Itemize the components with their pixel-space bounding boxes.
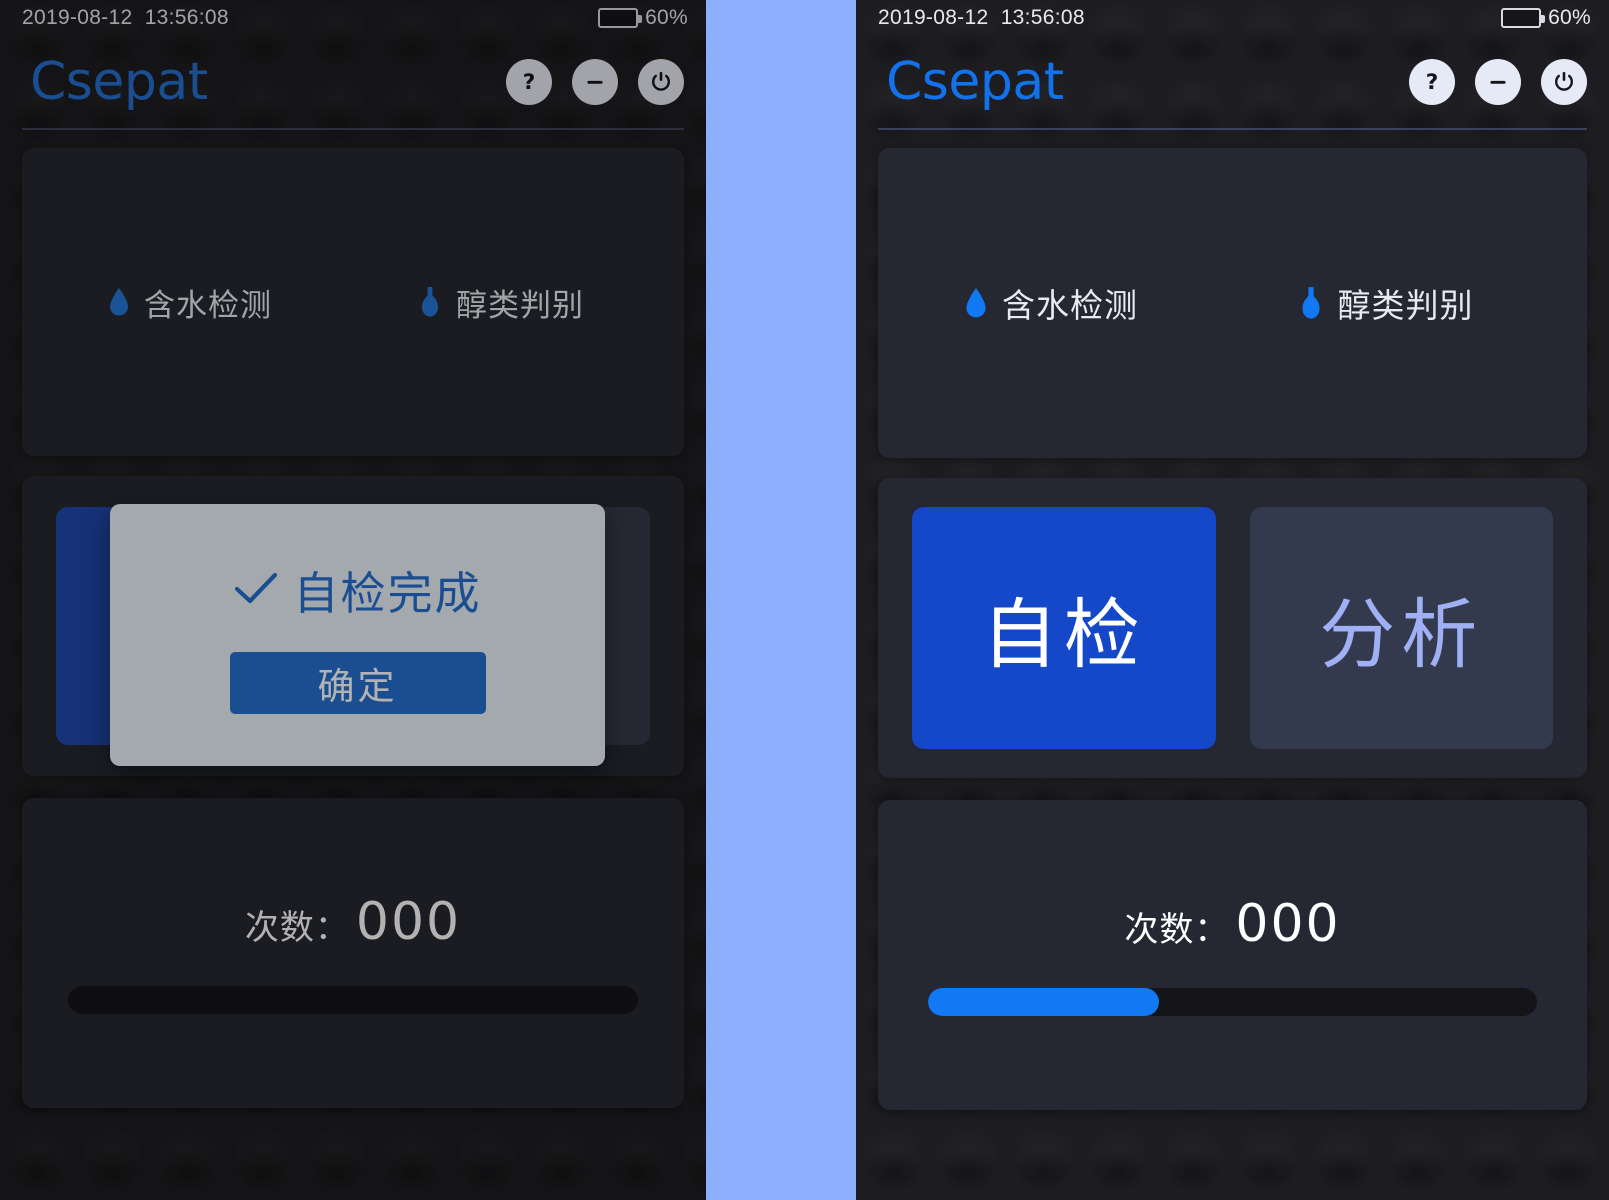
counter-line: 次数： 000 [1124, 894, 1340, 954]
power-icon [1555, 71, 1573, 91]
header-actions: ? [506, 59, 684, 105]
battery-percent: 60% [645, 6, 688, 29]
minus-icon [587, 80, 603, 84]
counter-value: 000 [355, 892, 462, 952]
progress-fill [927, 988, 1160, 1016]
help-button[interactable]: ? [1409, 59, 1455, 105]
water-drop-icon [966, 288, 986, 318]
app-panel-left: 2019-08-12 13:56:08 60% Csepat ? 含水检测 醇类… [0, 0, 706, 1200]
status-bar-right: 2019-08-12 13:56:08 60% [856, 0, 1609, 36]
main-content-left: 含水检测 醇类判别 自检 分析 次数： 000 [0, 130, 706, 1108]
app-brand: Csepat [886, 52, 1064, 112]
status-datetime: 2019-08-12 13:56:08 [878, 6, 1085, 29]
power-button[interactable] [638, 59, 684, 105]
mode-item-water[interactable]: 含水检测 [908, 279, 1224, 327]
mode-label-alcohol: 醇类判别 [456, 287, 584, 323]
app-header-left: Csepat ? [0, 36, 706, 128]
analysis-button[interactable]: 分析 [1249, 507, 1553, 749]
counter-line: 次数： 000 [245, 892, 461, 952]
svg-text:?: ? [523, 70, 536, 95]
main-content-right: 含水检测 醇类判别 自检 分析 次数： 000 [856, 130, 1609, 1110]
progress-bar [68, 986, 638, 1014]
battery-icon [1501, 8, 1546, 28]
power-icon [652, 71, 670, 91]
counter-value: 000 [1235, 894, 1341, 954]
mode-item-alcohol[interactable]: 醇类判别 [344, 280, 654, 325]
minus-icon [1490, 80, 1506, 84]
help-button[interactable]: ? [506, 59, 552, 105]
mode-label-water: 含水检测 [1002, 287, 1138, 324]
status-datetime: 2019-08-12 13:56:08 [22, 6, 229, 29]
minimize-button[interactable] [572, 59, 618, 105]
modes-row: 含水检测 醇类判别 [878, 279, 1587, 327]
actions-card: 自检 分析 [878, 478, 1587, 778]
battery-percent: 60% [1548, 6, 1591, 29]
counter-label: 次数： [244, 909, 350, 947]
battery-icon [598, 8, 643, 28]
mode-label-water: 含水检测 [144, 287, 272, 323]
status-bar-left: 2019-08-12 13:56:08 60% [0, 0, 706, 36]
panel-separator [706, 0, 856, 1200]
self-check-button[interactable]: 自检 [56, 507, 336, 745]
progress-bar [927, 988, 1538, 1016]
water-drop-icon [110, 288, 128, 316]
self-check-button[interactable]: 自检 [912, 507, 1216, 749]
mode-label-alcohol: 醇类判别 [1337, 287, 1474, 324]
minimize-button[interactable] [1475, 59, 1521, 105]
counter-card: 次数： 000 [22, 798, 684, 1108]
modes-card: 含水检测 醇类判别 [878, 148, 1587, 458]
header-actions: ? [1409, 59, 1587, 105]
analysis-button[interactable]: 分析 [370, 507, 650, 745]
question-mark-icon: ? [523, 70, 536, 95]
status-battery-group: 60% [598, 6, 688, 30]
mode-item-water[interactable]: 含水检测 [52, 280, 344, 325]
app-brand: Csepat [30, 52, 208, 112]
mode-item-alcohol[interactable]: 醇类判别 [1224, 279, 1558, 327]
counter-card: 次数： 000 [878, 800, 1587, 1110]
flask-bottle-icon [1302, 287, 1319, 319]
modes-card: 含水检测 醇类判别 [22, 148, 684, 456]
flask-bottle-icon [422, 287, 438, 317]
screenshot-stage: 2019-08-12 13:56:08 60% Csepat ? 含水检测 醇类… [0, 0, 1609, 1200]
svg-text:?: ? [1426, 70, 1439, 95]
app-header-right: Csepat ? [856, 36, 1609, 128]
power-button[interactable] [1541, 59, 1587, 105]
status-battery-group: 60% [1501, 6, 1591, 30]
actions-card: 自检 分析 [22, 476, 684, 776]
app-panel-right: 2019-08-12 13:56:08 60% Csepat ? 含水检测 醇类… [856, 0, 1609, 1200]
counter-label: 次数： [1124, 911, 1230, 949]
question-mark-icon: ? [1426, 70, 1439, 95]
modes-row: 含水检测 醇类判别 [22, 280, 684, 325]
